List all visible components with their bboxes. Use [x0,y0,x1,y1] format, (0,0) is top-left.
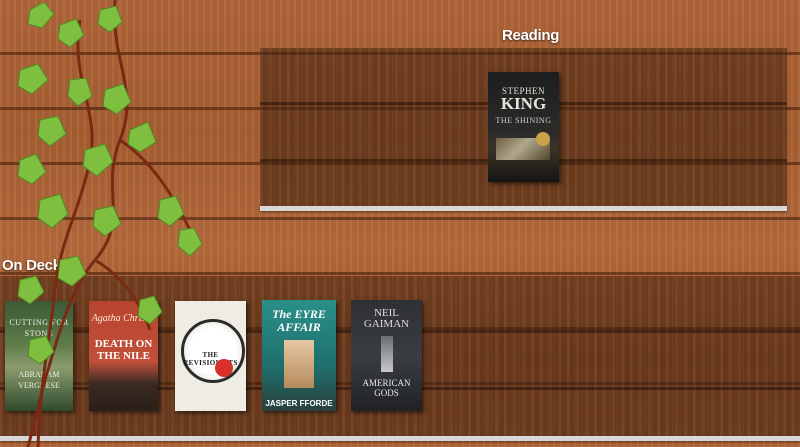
book-cutting-for-stone[interactable]: CUTTING FOR STONE ABRAHAM VERGHESE [5,301,73,411]
book-cover-accent [215,359,233,377]
book-author: NEIL GAIMAN [363,307,410,330]
book-author: JASPER FFORDE [265,399,333,408]
book-title: DEATH ON THE NILE [94,338,153,362]
book-cover-art [284,340,314,388]
book-title: THE REVISIONISTS [183,351,238,367]
reading-shelf-edge [260,206,787,211]
book-title: THE SHINING [495,116,552,125]
book-death-on-the-nile[interactable]: Agatha Christie DEATH ON THE NILE [89,301,158,411]
book-title: The EYRE AFFAIR [272,307,326,334]
book-cover-art [381,336,393,372]
ondeck-section-label: On Deck [2,257,61,274]
ondeck-shelf-edge [0,436,800,441]
book-author: ABRAHAM VERGHESE [18,370,60,390]
book-author-last: KING [500,94,547,113]
book-title: AMERICAN GODS [362,378,411,398]
book-american-gods[interactable]: NEIL GAIMAN AMERICAN GODS [351,300,422,411]
book-the-shining[interactable]: STEPHEN KING THE SHINING [488,72,559,182]
book-the-revisionists[interactable]: THE REVISIONISTS [175,301,246,411]
book-title: CUTTING FOR STONE [9,318,69,338]
book-badge [536,132,550,146]
reading-section-label: Reading [502,27,560,44]
book-brand: Agatha Christie [91,313,156,324]
book-the-eyre-affair[interactable]: The EYRE AFFAIR JASPER FFORDE [262,300,336,411]
